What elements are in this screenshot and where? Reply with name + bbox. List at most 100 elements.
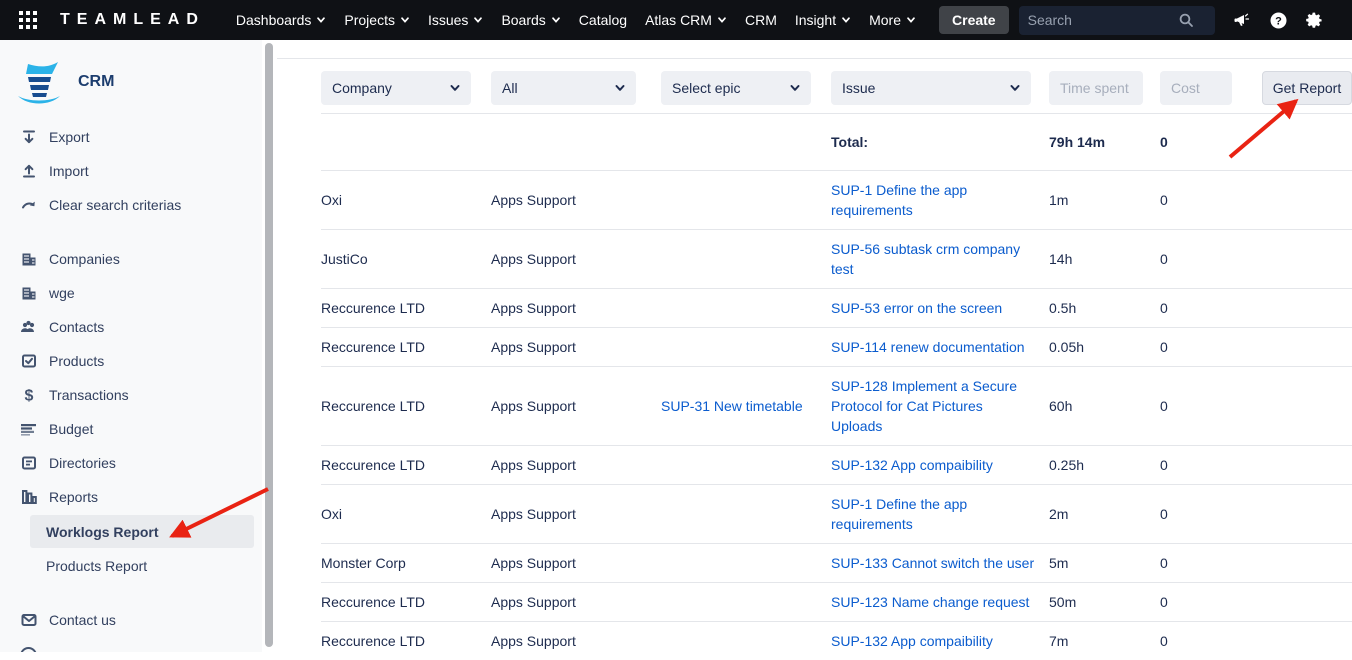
table-total-row: Total: 79h 14m 0 [321,113,1352,170]
nav-projects[interactable]: Projects [344,12,410,28]
issue-link[interactable]: SUP-53 error on the screen [831,300,1002,316]
issue-link[interactable]: SUP-56 subtask crm company test [831,241,1020,277]
cell-company: Monster Corp [321,553,491,573]
nav-issues[interactable]: Issues [428,12,483,28]
get-report-button[interactable]: Get Report [1262,71,1352,105]
cell-project: Apps Support [491,455,661,475]
contacts-icon [20,319,37,336]
create-button[interactable]: Create [939,6,1009,34]
chevron-down-icon [400,15,410,25]
sidebar-item-wge[interactable]: wge [0,276,262,310]
nav-boards[interactable]: Boards [501,12,560,28]
nav-crm[interactable]: CRM [745,12,777,28]
sidebar-item-budget[interactable]: Budget [0,412,262,446]
table-row: Oxi Apps Support SUP-1 Define the app re… [321,484,1352,543]
company-icon [20,251,37,268]
table-row: Reccurence LTD Apps Support SUP-132 App … [321,445,1352,484]
issue-link[interactable]: SUP-114 renew documentation [831,339,1025,355]
issue-link[interactable]: SUP-132 App compaibility [831,457,993,473]
issue-link[interactable]: SUP-132 App compaibility [831,633,993,649]
search-box[interactable] [1019,6,1215,35]
sidebar-item-contacts[interactable]: Contacts [0,310,262,344]
budget-icon [20,421,37,438]
cell-cost: 0 [1160,337,1253,357]
company-icon [20,285,37,302]
nav-catalog[interactable]: Catalog [579,12,627,28]
cell-cost: 0 [1160,455,1253,475]
cost-input[interactable]: Cost [1160,71,1232,105]
cell-cost: 0 [1160,249,1253,269]
crm-logo [14,58,64,106]
nav-dashboards[interactable]: Dashboards [236,12,327,28]
company-filter-select[interactable]: Company [321,71,471,105]
chevron-down-icon [789,82,801,94]
top-navigation-bar: TEAMLEAD Dashboards Projects Issues Boar… [0,0,1352,40]
cell-project: Apps Support [491,504,661,524]
cell-time-spent: 14h [1049,249,1160,269]
search-input[interactable] [1028,12,1178,28]
issue-link[interactable]: SUP-1 Define the app requirements [831,496,967,532]
sidebar-item-products-report[interactable]: Products Report [30,549,254,582]
cell-time-spent: 2m [1049,504,1160,524]
sidebar-item-transactions[interactable]: $ Transactions [0,378,262,412]
issue-link[interactable]: SUP-123 Name change request [831,594,1029,610]
brand-logo[interactable]: TEAMLEAD [60,11,205,29]
cell-company: Reccurence LTD [321,592,491,612]
table-row: JustiCo Apps Support SUP-56 subtask crm … [321,229,1352,288]
nav-atlas-crm[interactable]: Atlas CRM [645,12,727,28]
sidebar-item-import[interactable]: Import [0,154,262,188]
sidebar-item-clear-search-criterias[interactable]: Clear search criterias [0,188,262,222]
time-spent-input[interactable]: Time spent [1049,71,1143,105]
crm-app-header: CRM [0,40,262,120]
cell-time-spent: 0.25h [1049,455,1160,475]
project-filter-select[interactable]: All [491,71,636,105]
help-icon[interactable]: ? [1268,9,1290,31]
nav-more[interactable]: More [869,12,916,28]
app-switcher-icon[interactable] [18,9,40,31]
cell-company: Oxi [321,504,491,524]
sidebar: CRM Export Import Clear search criterias [0,40,262,652]
announcement-icon[interactable] [1232,9,1254,31]
sidebar-item-directories[interactable]: Directories [0,446,262,480]
cell-project: Apps Support [491,631,661,651]
issue-link[interactable]: SUP-128 Implement a Secure Protocol for … [831,378,1017,434]
cell-cost: 0 [1160,631,1253,651]
worklogs-report-panel: Company All Select epic Issue Time spent… [277,40,1352,652]
chevron-down-icon [614,82,626,94]
sidebar-item-products[interactable]: Products [0,344,262,378]
cell-project: Apps Support [491,298,661,318]
cell-project: Apps Support [491,337,661,357]
cell-cost: 0 [1160,396,1253,416]
sidebar-item-companies[interactable]: Companies [0,242,262,276]
table-row: Oxi Apps Support SUP-1 Define the app re… [321,170,1352,229]
epic-filter-select[interactable]: Select epic [661,71,811,105]
settings-icon[interactable] [1304,9,1326,31]
chevron-down-icon [551,15,561,25]
issue-link[interactable]: SUP-1 Define the app requirements [831,182,967,218]
table-row: Reccurence LTD Apps Support SUP-31 New t… [321,366,1352,445]
chevron-down-icon [717,15,727,25]
epic-link[interactable]: SUP-31 New timetable [661,398,803,414]
issue-link[interactable]: SUP-133 Cannot switch the user [831,555,1034,571]
chevron-down-icon [906,15,916,25]
cell-time-spent: 0.5h [1049,298,1160,318]
sidebar-item-contact-us[interactable]: Contact us [0,603,262,637]
cell-company: Reccurence LTD [321,455,491,475]
cell-cost: 0 [1160,553,1253,573]
cell-time-spent: 1m [1049,190,1160,210]
cell-cost: 0 [1160,190,1253,210]
partially-visible-icon [20,647,37,652]
issue-filter-select[interactable]: Issue [831,71,1031,105]
sidebar-item-export[interactable]: Export [0,120,262,154]
sidebar-item-reports[interactable]: Reports [0,480,262,514]
total-cost: 0 [1160,123,1253,161]
table-row: Reccurence LTD Apps Support SUP-114 rene… [321,327,1352,366]
transactions-icon: $ [20,387,37,404]
sidebar-scrollbar[interactable] [265,43,273,647]
cell-cost: 0 [1160,504,1253,524]
sidebar-item-worklogs-report[interactable]: Worklogs Report [30,515,254,548]
cell-company: Reccurence LTD [321,337,491,357]
svg-text:$: $ [24,388,33,404]
nav-insight[interactable]: Insight [795,12,851,28]
filter-bar: Company All Select epic Issue Time spent… [321,59,1352,113]
